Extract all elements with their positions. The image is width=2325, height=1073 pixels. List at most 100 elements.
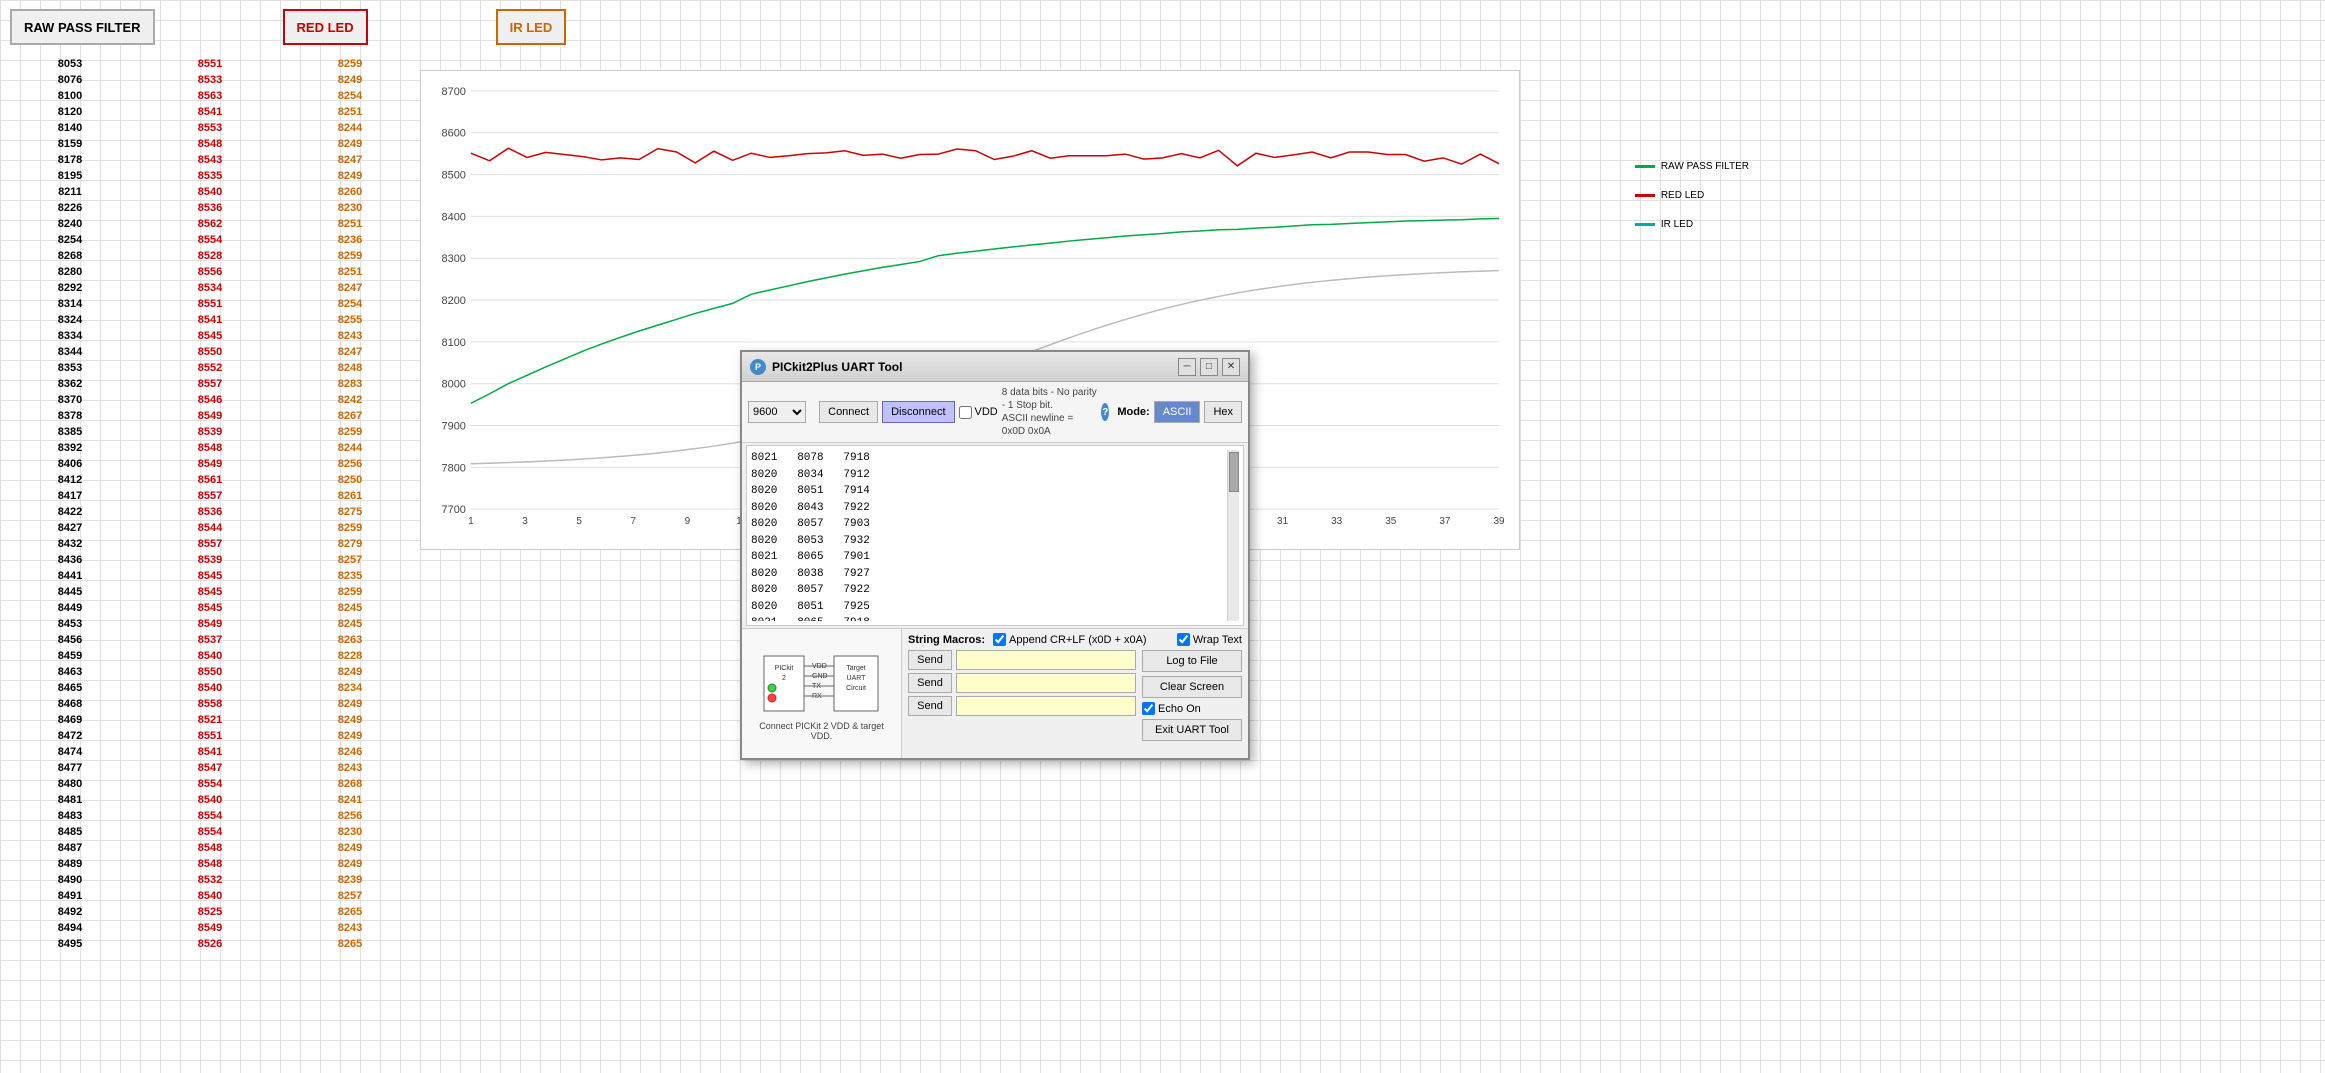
- data-cell: 8489: [4, 856, 136, 872]
- data-cell: 8551: [144, 296, 276, 312]
- append-crlf-check[interactable]: Append CR+LF (x0D + x0A): [993, 633, 1147, 646]
- macro-input-2[interactable]: [956, 673, 1136, 693]
- data-cell: 8532: [144, 872, 276, 888]
- disconnect-button[interactable]: Disconnect: [882, 401, 954, 423]
- send-btn-2[interactable]: Send: [908, 673, 952, 693]
- uart-scrollbar[interactable]: [1227, 450, 1239, 621]
- help-icon[interactable]: ?: [1101, 403, 1109, 421]
- echo-on-check[interactable]: Echo On: [1142, 702, 1242, 715]
- vdd-check-input[interactable]: [959, 406, 972, 419]
- input-row-1: Send: [908, 650, 1136, 670]
- legend-ir-label: IR LED: [1661, 219, 1693, 230]
- macros-label: String Macros:: [908, 634, 985, 646]
- data-cell: 8334: [4, 328, 136, 344]
- data-cell: 8245: [284, 616, 416, 632]
- data-cell: 8549: [144, 408, 276, 424]
- data-cell: 8474: [4, 744, 136, 760]
- maximize-button[interactable]: □: [1200, 358, 1218, 376]
- uart-info: 8 data bits - No parity - 1 Stop bit. AS…: [1002, 386, 1098, 438]
- data-cell: 8534: [144, 280, 276, 296]
- send-btn-1[interactable]: Send: [908, 650, 952, 670]
- data-cell: 8422: [4, 504, 136, 520]
- data-cell: 8554: [144, 824, 276, 840]
- data-cell: 8178: [4, 152, 136, 168]
- data-cell: 8554: [144, 808, 276, 824]
- data-cell: 8076: [4, 72, 136, 88]
- data-cell: 8249: [284, 840, 416, 856]
- legend-raw: RAW PASS FILTER: [1635, 161, 1749, 172]
- svg-text:37: 37: [1439, 516, 1451, 527]
- baud-rate-select[interactable]: 9600 19200 38400 57600 115200: [748, 401, 806, 423]
- svg-text:2: 2: [782, 675, 786, 682]
- data-cell: 8480: [4, 776, 136, 792]
- data-cell: 8267: [284, 408, 416, 424]
- close-button[interactable]: ✕: [1222, 358, 1240, 376]
- send-btn-3[interactable]: Send: [908, 696, 952, 716]
- minimize-button[interactable]: ─: [1178, 358, 1196, 376]
- data-cell: 8548: [144, 856, 276, 872]
- data-cell: 8249: [284, 712, 416, 728]
- data-cell: 8540: [144, 648, 276, 664]
- scrollbar-thumb[interactable]: [1229, 452, 1239, 492]
- data-cell: 8556: [144, 264, 276, 280]
- data-cell: 8263: [284, 632, 416, 648]
- data-cell: 8547: [144, 760, 276, 776]
- data-cell: 8249: [284, 664, 416, 680]
- legend-red-label: RED LED: [1661, 190, 1704, 201]
- data-cell: 8120: [4, 104, 136, 120]
- clear-screen-button[interactable]: Clear Screen: [1142, 676, 1242, 698]
- data-cell: 8268: [4, 248, 136, 264]
- data-cell: 8537: [144, 632, 276, 648]
- legend-red: RED LED: [1635, 190, 1749, 201]
- data-cell: 8249: [284, 696, 416, 712]
- data-cell: 8235: [284, 568, 416, 584]
- uart-titlebar: P PICkit2Plus UART Tool ─ □ ✕: [742, 352, 1248, 382]
- macro-input-1[interactable]: [956, 650, 1136, 670]
- data-cell: 8256: [284, 808, 416, 824]
- vdd-label: VDD: [975, 406, 998, 418]
- data-cell: 8378: [4, 408, 136, 424]
- data-cell: 8432: [4, 536, 136, 552]
- exit-uart-button[interactable]: Exit UART Tool: [1142, 719, 1242, 741]
- wrap-text-check[interactable]: Wrap Text: [1177, 633, 1242, 646]
- data-cell: 8545: [144, 328, 276, 344]
- data-cell: 8370: [4, 392, 136, 408]
- uart-title-left: P PICkit2Plus UART Tool: [750, 359, 902, 375]
- svg-text:8000: 8000: [442, 379, 466, 391]
- data-cell: 8230: [284, 824, 416, 840]
- data-cell: 8481: [4, 792, 136, 808]
- ascii-mode-button[interactable]: ASCII: [1154, 401, 1201, 423]
- data-cell: 8251: [284, 264, 416, 280]
- data-cell: 8549: [144, 920, 276, 936]
- svg-text:UART: UART: [846, 675, 866, 682]
- connect-button[interactable]: Connect: [819, 401, 878, 423]
- data-columns: 8053807681008120814081598178819582118226…: [0, 54, 420, 1073]
- uart-data-content: 8021 8078 7918 8020 8034 7912 8020 8051 …: [751, 450, 1227, 621]
- data-cell: 8260: [284, 184, 416, 200]
- svg-text:Target: Target: [846, 665, 866, 672]
- svg-text:3: 3: [522, 516, 528, 527]
- hex-mode-button[interactable]: Hex: [1204, 401, 1242, 423]
- log-to-file-button[interactable]: Log to File: [1142, 650, 1242, 672]
- echo-on-input[interactable]: [1142, 702, 1155, 715]
- svg-text:8500: 8500: [442, 170, 466, 182]
- data-cell: 8550: [144, 344, 276, 360]
- data-cell: 8549: [144, 456, 276, 472]
- data-cell: 8546: [144, 392, 276, 408]
- data-cell: 8195: [4, 168, 136, 184]
- data-cell: 8521: [144, 712, 276, 728]
- data-cell: 8259: [284, 520, 416, 536]
- data-cell: 8535: [144, 168, 276, 184]
- data-cell: 8533: [144, 72, 276, 88]
- data-cell: 8243: [284, 328, 416, 344]
- data-cell: 8495: [4, 936, 136, 952]
- svg-text:7: 7: [630, 516, 636, 527]
- data-cell: 8249: [284, 136, 416, 152]
- wrap-text-input[interactable]: [1177, 633, 1190, 646]
- append-crlf-input[interactable]: [993, 633, 1006, 646]
- macro-input-3[interactable]: [956, 696, 1136, 716]
- svg-text:7800: 7800: [442, 462, 466, 474]
- data-cell: 8259: [284, 424, 416, 440]
- uart-window-controls[interactable]: ─ □ ✕: [1178, 358, 1240, 376]
- vdd-checkbox[interactable]: VDD: [959, 406, 998, 419]
